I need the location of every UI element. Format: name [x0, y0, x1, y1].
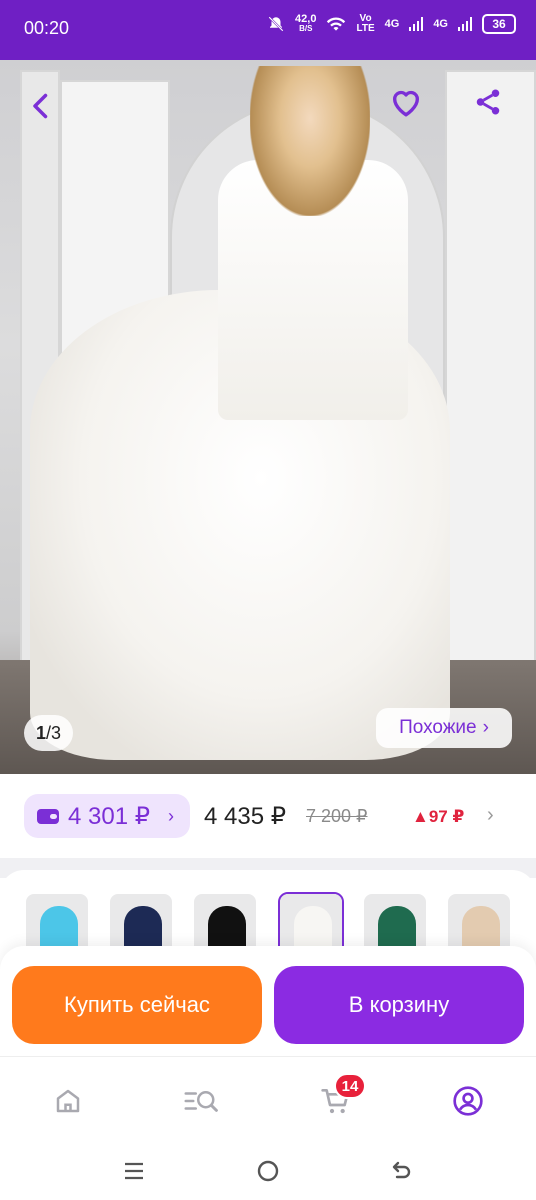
tab-profile[interactable]	[448, 1081, 488, 1121]
system-back-button[interactable]	[386, 1156, 416, 1186]
bottom-tab-bar: 14	[0, 1056, 536, 1140]
chevron-right-icon: ›	[168, 805, 174, 826]
product-image-gallery[interactable]: 1 / 3 Похожие ›	[0, 60, 536, 774]
wallet-icon	[37, 809, 59, 824]
signal-icon	[409, 17, 424, 31]
share-icon	[476, 89, 500, 115]
home-icon	[56, 1089, 80, 1113]
buy-now-button[interactable]: Купить сейчас	[12, 966, 262, 1044]
recent-apps-button[interactable]	[119, 1156, 149, 1186]
chevron-right-icon: ›	[482, 717, 489, 738]
background-door-right	[445, 70, 536, 670]
system-home-button[interactable]	[253, 1156, 283, 1186]
cart-count-badge: 14	[334, 1073, 366, 1099]
wifi-icon	[327, 17, 346, 31]
back-button[interactable]	[24, 88, 60, 124]
catalog-search-icon	[184, 1091, 218, 1112]
wallet-price: 4 301 ₽	[68, 802, 150, 830]
net-speed: 42,0 B/S	[295, 13, 317, 34]
back-icon	[392, 1161, 411, 1179]
image-counter: 1 / 3	[24, 715, 74, 751]
recent-apps-icon	[125, 1162, 143, 1180]
action-bar: Купить сейчас В корзину	[0, 946, 536, 1056]
status-time: 00:20	[24, 18, 70, 38]
price-change[interactable]: ▲97 ₽	[412, 807, 464, 827]
net-type-2: 4G	[433, 18, 448, 30]
model-head	[250, 66, 370, 216]
price-details-chevron-icon[interactable]: ›	[487, 804, 494, 827]
profile-icon	[453, 1086, 483, 1116]
wallet-price-chip[interactable]: 4 301 ₽ ›	[24, 794, 190, 838]
signal-icon-2	[458, 17, 472, 31]
volte-indicator: Vo LTE	[356, 13, 375, 34]
old-price: 7 200 ₽	[306, 806, 368, 826]
home-circle-icon	[257, 1160, 279, 1182]
favorite-button[interactable]	[386, 82, 426, 122]
mute-icon	[268, 16, 284, 32]
status-bar: 00:20 42,0 B/S Vo LTE 4G 4G 36	[0, 0, 536, 60]
battery-icon: 36	[482, 14, 516, 34]
share-button[interactable]	[470, 84, 506, 120]
status-icons: 42,0 B/S Vo LTE 4G 4G 36	[267, 14, 516, 34]
back-arrow-icon	[33, 93, 48, 119]
similar-label: Похожие	[399, 717, 477, 738]
heart-icon	[392, 90, 420, 117]
current-price: 4 435 ₽	[204, 803, 286, 830]
image-counter-current: 1	[36, 722, 47, 743]
price-row: 4 301 ₽ › 4 435 ₽ 7 200 ₽ ▲97 ₽ ›	[0, 774, 536, 858]
net-type-1: 4G	[384, 18, 400, 30]
tab-home[interactable]	[48, 1081, 88, 1121]
system-navigation-bar	[0, 1140, 536, 1200]
tab-catalog[interactable]	[182, 1081, 222, 1121]
image-counter-total: 3	[51, 722, 62, 743]
similar-button[interactable]: Похожие ›	[376, 708, 512, 748]
add-to-cart-button[interactable]: В корзину	[274, 966, 524, 1044]
